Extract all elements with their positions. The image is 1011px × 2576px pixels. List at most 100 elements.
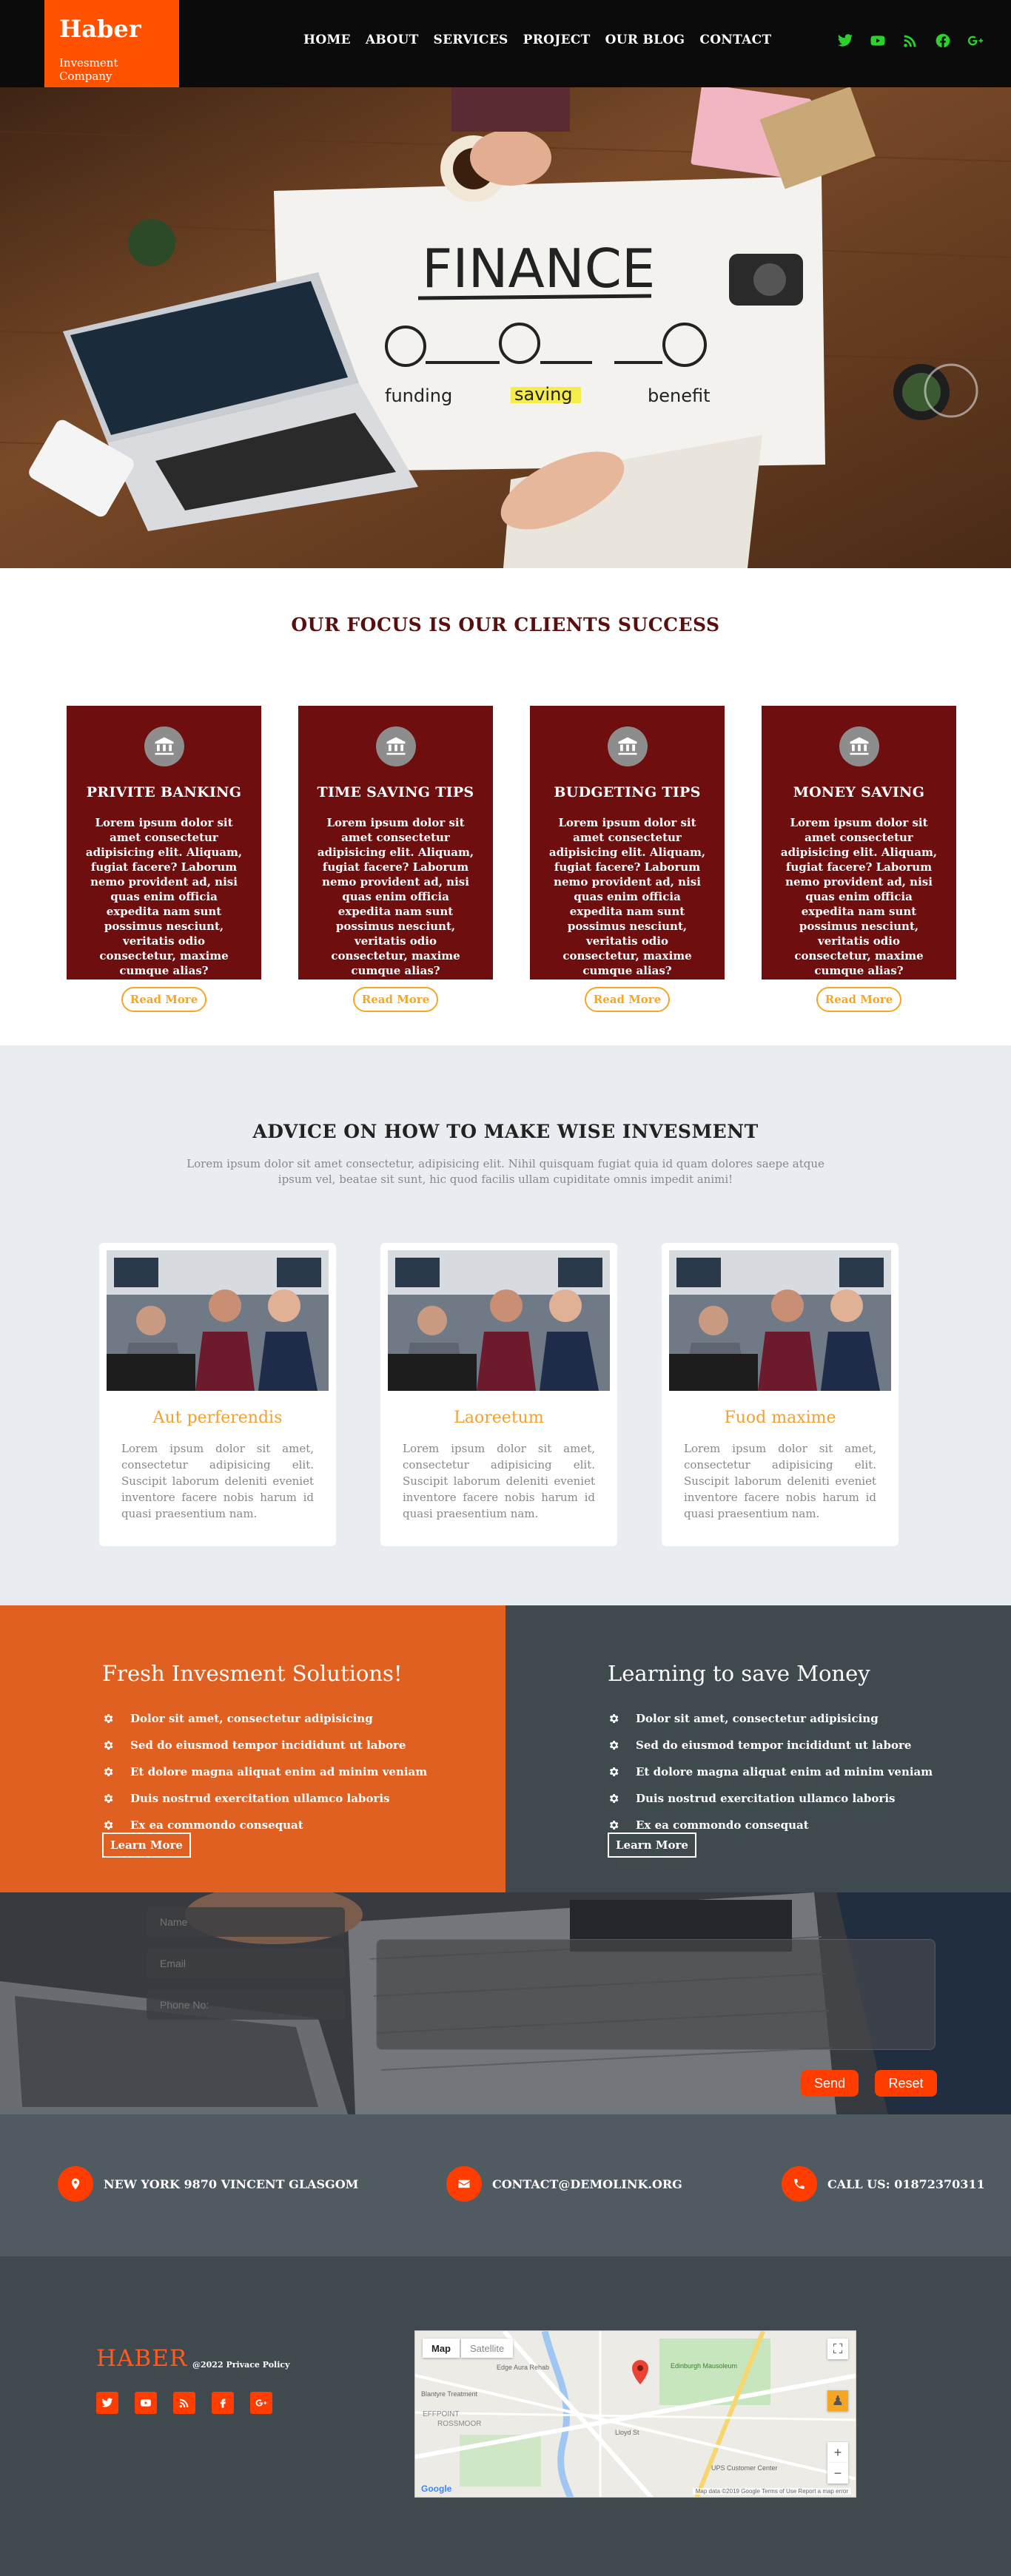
focus-card: BUDGETING TIPS Lorem ipsum dolor sit ame…: [530, 706, 725, 1012]
nav-contact[interactable]: CONTACT: [699, 33, 771, 47]
focus-card-text: Lorem ipsum dolor sit amet consectetur a…: [780, 816, 938, 977]
nav-services[interactable]: SERVICES: [434, 33, 508, 47]
phone-icon: [782, 2166, 817, 2202]
focus-card: TIME SAVING TIPS Lorem ipsum dolor sit a…: [298, 706, 493, 1012]
focus-card: PRIVITE BANKING Lorem ipsum dolor sit am…: [67, 706, 261, 1012]
gear-icon: [609, 1794, 619, 1803]
read-more-button[interactable]: Read More: [121, 987, 207, 1012]
gear-icon: [104, 1714, 113, 1723]
gear-icon: [609, 1714, 619, 1723]
advice-section: ADVICE ON HOW TO MAKE WISE INVESMENT Lor…: [0, 1045, 1011, 1605]
envelope-icon: [446, 2166, 482, 2202]
zoom-in-button[interactable]: +: [827, 2442, 848, 2463]
phone-text[interactable]: CALL US: 01872370311: [827, 2177, 985, 2191]
focus-title: OUR FOCUS IS OUR CLIENTS SUCCESS: [291, 614, 720, 635]
contact-info-strip: NEW YORK 9870 VINCENT GLASGOM CONTACT@DE…: [0, 2114, 1011, 2256]
nav-home[interactable]: HOME: [303, 33, 351, 47]
map-tab-map[interactable]: Map: [423, 2339, 460, 2358]
email-input[interactable]: [147, 1949, 345, 1978]
youtube-icon[interactable]: [135, 2392, 157, 2414]
map-label: ROSSMOOR: [437, 2420, 481, 2428]
advice-card: Aut perferendis Lorem ipsum dolor sit am…: [99, 1243, 336, 1546]
zoom-out-button[interactable]: −: [827, 2463, 848, 2484]
send-button[interactable]: Send: [801, 2070, 859, 2097]
site-header: Haber Invesment Company HOME ABOUT SERVI…: [0, 0, 1011, 87]
nav-about[interactable]: ABOUT: [366, 33, 419, 47]
google-map[interactable]: Edge Aura Rehab Edinburgh Mausoleum Blan…: [414, 2330, 856, 2498]
solutions-left: Fresh Invesment Solutions! Dolor sit ame…: [0, 1605, 506, 1892]
google-plus-icon[interactable]: [250, 2392, 272, 2414]
rss-icon[interactable]: [901, 32, 919, 50]
solutions-right-list: Dolor sit amet, consectetur adipisicing …: [608, 1705, 933, 1838]
list-item: Duis nostrud exercitation ullamco labori…: [102, 1785, 427, 1812]
gear-icon: [104, 1767, 113, 1776]
bank-icon: [375, 726, 416, 766]
office-photo: [388, 1250, 610, 1391]
focus-card-title: PRIVITE BANKING: [86, 784, 242, 800]
map-marker-icon: [58, 2166, 93, 2202]
hero-word-finance: FINANCE: [422, 237, 655, 300]
learn-more-button[interactable]: Learn More: [608, 1832, 696, 1858]
phone-item: CALL US: 01872370311: [782, 2166, 985, 2202]
copyright-text[interactable]: @2022 Privace Policy: [192, 2360, 290, 2370]
map-label: Lloyd St: [615, 2429, 639, 2436]
bank-icon: [144, 726, 184, 766]
solutions-right: Learning to save Money Dolor sit amet, c…: [506, 1605, 1011, 1892]
rss-icon[interactable]: [173, 2392, 195, 2414]
list-item: Dolor sit amet, consectetur adipisicing: [608, 1705, 933, 1732]
gear-icon: [104, 1794, 113, 1803]
map-tab-satellite[interactable]: Satellite: [461, 2339, 514, 2358]
gear-icon: [609, 1767, 619, 1776]
focus-card-text: Lorem ipsum dolor sit amet consectetur a…: [317, 816, 474, 977]
focus-card: MONEY SAVING Lorem ipsum dolor sit amet …: [762, 706, 956, 1012]
phone-input[interactable]: [147, 1990, 345, 2020]
focus-cards: PRIVITE BANKING Lorem ipsum dolor sit am…: [67, 706, 956, 1012]
advice-card-title: Fuod maxime: [724, 1409, 836, 1427]
email-item: CONTACT@DEMOLINK.ORG: [446, 2166, 682, 2202]
solutions-left-list: Dolor sit amet, consectetur adipisicing …: [102, 1705, 427, 1838]
focus-card-text: Lorem ipsum dolor sit amet consectetur a…: [85, 816, 243, 977]
read-more-button[interactable]: Read More: [816, 987, 902, 1012]
list-item: Sed do eiusmod tempor incididunt ut labo…: [102, 1732, 427, 1759]
list-item: Duis nostrud exercitation ullamco labori…: [608, 1785, 933, 1812]
fullscreen-icon[interactable]: ⛶: [827, 2339, 848, 2359]
facebook-icon[interactable]: [212, 2392, 234, 2414]
youtube-icon[interactable]: [869, 32, 887, 50]
read-more-button[interactable]: Read More: [352, 987, 439, 1012]
twitter-icon[interactable]: [96, 2392, 118, 2414]
contact-form-section: Send Reset: [0, 1892, 1011, 2114]
google-logo: Google: [421, 2484, 452, 2494]
map-terms[interactable]: Map data ©2019 Google Terms of Use Repor…: [692, 2488, 851, 2495]
pegman-icon[interactable]: ♟: [827, 2390, 848, 2411]
hero-word-benefit: benefit: [648, 385, 711, 406]
nav-blog[interactable]: OUR BLOG: [605, 33, 685, 47]
nav-project[interactable]: PROJECT: [523, 33, 591, 47]
main-nav: HOME ABOUT SERVICES PROJECT OUR BLOG CON…: [303, 33, 771, 47]
facebook-icon[interactable]: [934, 32, 952, 50]
name-input[interactable]: [147, 1907, 345, 1937]
footer-brand[interactable]: HABER: [96, 2345, 187, 2372]
twitter-icon[interactable]: [836, 32, 854, 50]
map-label: UPS Customer Center: [711, 2464, 778, 2472]
advice-card: Fuod maxime Lorem ipsum dolor sit amet, …: [662, 1243, 899, 1546]
list-item: Et dolore magna aliquat enim ad minim ve…: [608, 1759, 933, 1785]
hero-word-saving: saving: [514, 384, 573, 405]
logo[interactable]: Haber Invesment Company: [44, 0, 179, 87]
read-more-button[interactable]: Read More: [584, 987, 671, 1012]
learn-more-button[interactable]: Learn More: [102, 1832, 191, 1858]
email-text[interactable]: CONTACT@DEMOLINK.ORG: [492, 2177, 682, 2191]
advice-card-text: Lorem ipsum dolor sit amet, consectetur …: [684, 1442, 876, 1520]
header-social: [836, 32, 984, 50]
address-text: NEW YORK 9870 VINCENT GLASGOM: [104, 2177, 359, 2191]
advice-cards: Aut perferendis Lorem ipsum dolor sit am…: [99, 1243, 899, 1546]
focus-card-title: TIME SAVING TIPS: [317, 784, 474, 800]
reset-button[interactable]: Reset: [875, 2070, 937, 2097]
advice-card-text: Lorem ipsum dolor sit amet, consectetur …: [403, 1442, 595, 1520]
google-plus-icon[interactable]: [967, 32, 984, 50]
office-photo: [669, 1250, 891, 1391]
gear-icon: [609, 1821, 619, 1830]
message-textarea[interactable]: [376, 1939, 936, 2050]
map-label: Edge Aura Rehab: [497, 2364, 549, 2371]
gear-icon: [104, 1741, 113, 1750]
hero-image: FINANCE funding saving benefit: [0, 87, 1011, 568]
